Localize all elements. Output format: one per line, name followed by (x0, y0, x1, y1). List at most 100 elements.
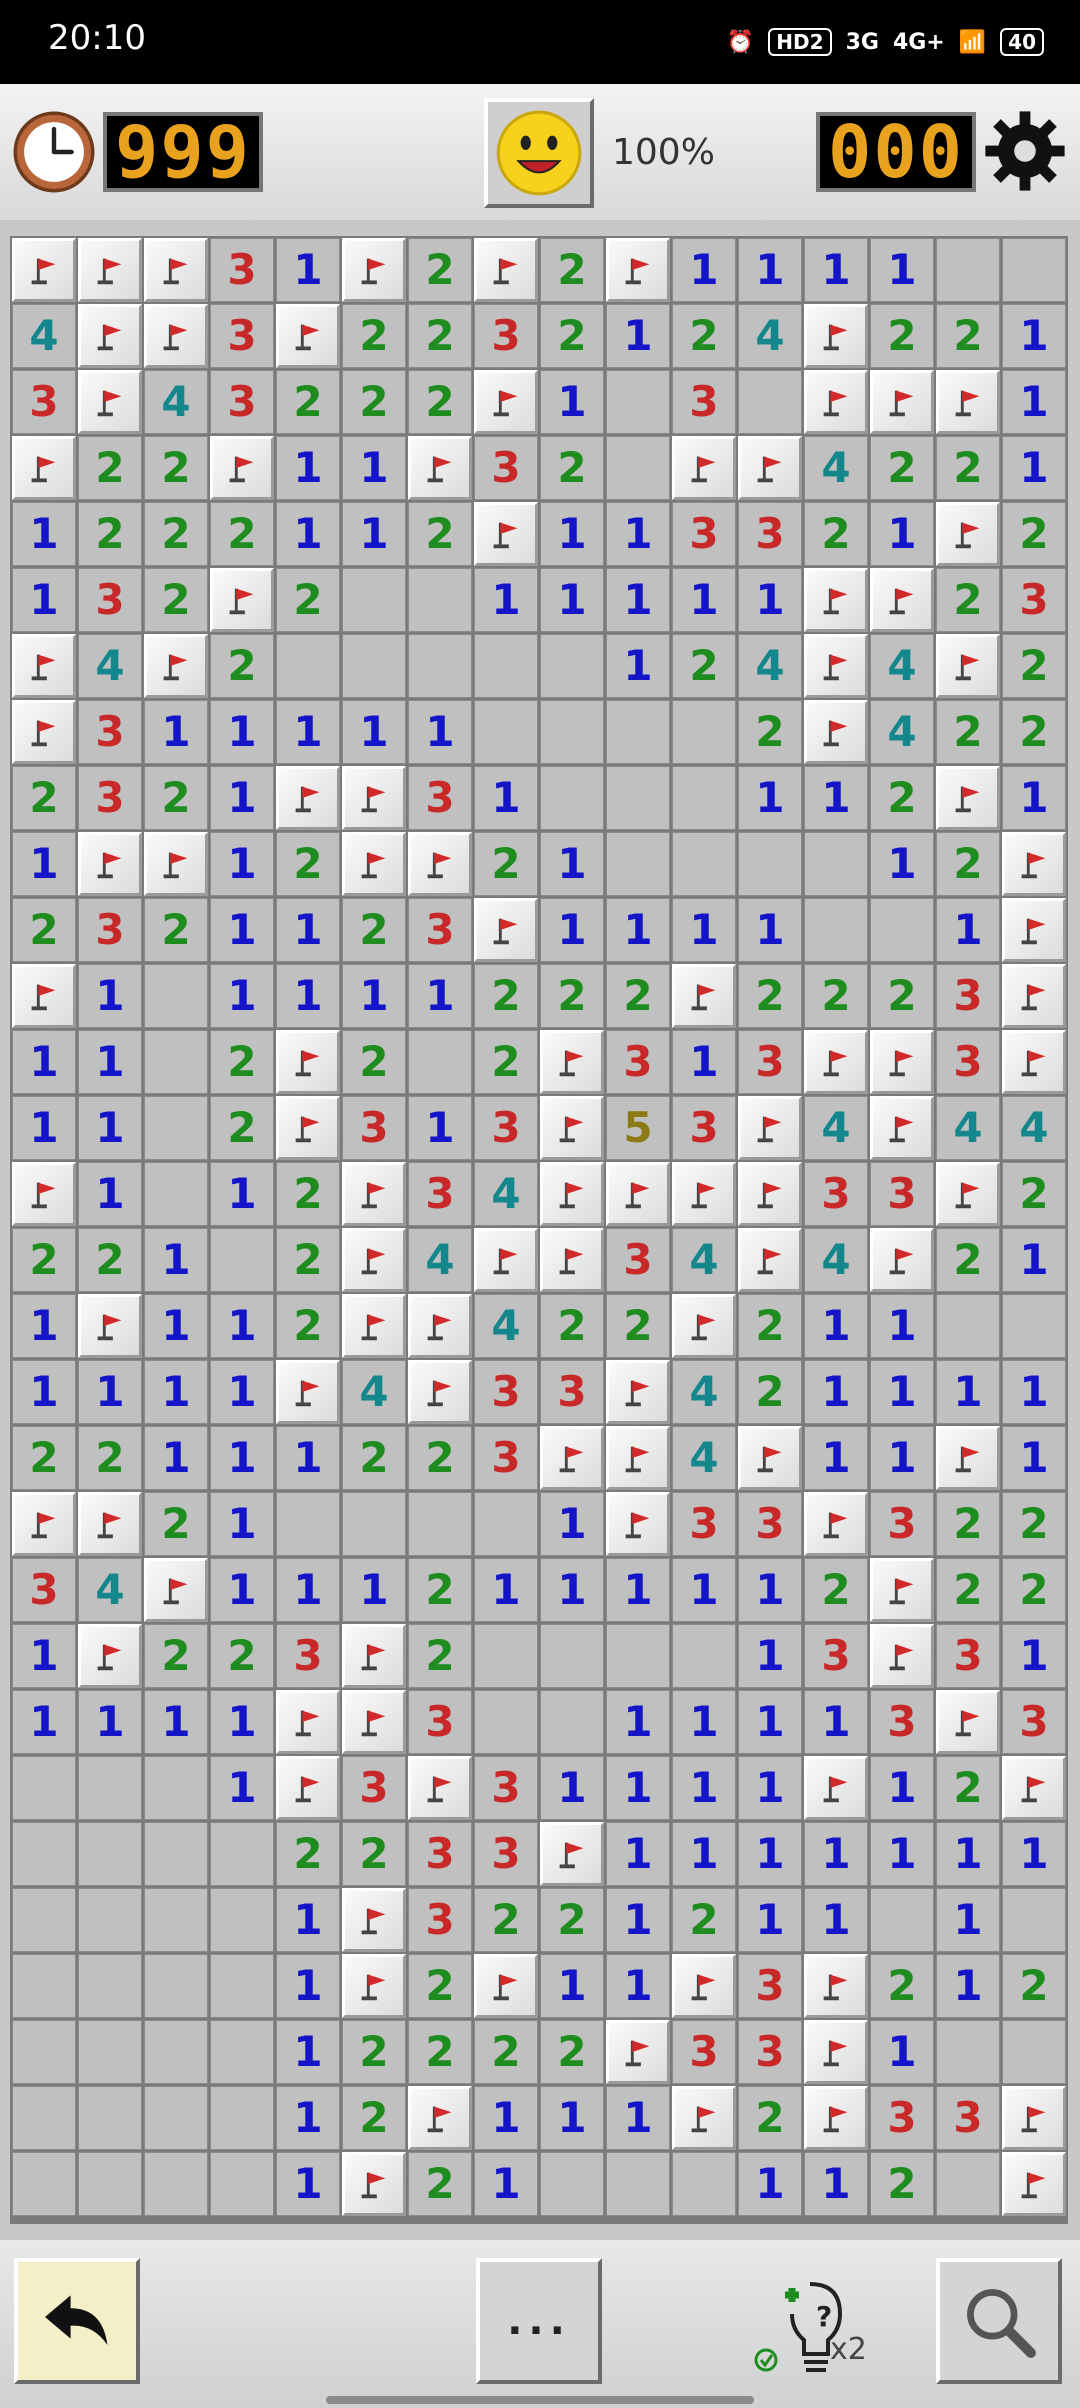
open-cell[interactable] (144, 1756, 208, 1820)
open-cell[interactable]: 1 (804, 1294, 868, 1358)
open-cell[interactable]: 2 (672, 1888, 736, 1952)
open-cell[interactable]: 2 (144, 1624, 208, 1688)
open-cell[interactable]: 2 (144, 898, 208, 962)
open-cell[interactable]: 2 (606, 1294, 670, 1358)
open-cell[interactable]: 3 (78, 568, 142, 632)
open-cell[interactable]: 1 (276, 1888, 340, 1952)
flag-cell[interactable] (1002, 2152, 1066, 2216)
flag-cell[interactable] (144, 1558, 208, 1622)
open-cell[interactable]: 1 (210, 766, 274, 830)
open-cell[interactable]: 1 (474, 1558, 538, 1622)
open-cell[interactable] (408, 1492, 472, 1556)
open-cell[interactable]: 1 (276, 700, 340, 764)
open-cell[interactable]: 2 (342, 1822, 406, 1886)
flag-cell[interactable] (144, 832, 208, 896)
flag-cell[interactable] (342, 1888, 406, 1952)
open-cell[interactable]: 2 (936, 1492, 1000, 1556)
open-cell[interactable] (342, 568, 406, 632)
open-cell[interactable]: 1 (1002, 304, 1066, 368)
open-cell[interactable]: 4 (12, 304, 76, 368)
open-cell[interactable]: 2 (408, 2152, 472, 2216)
flag-cell[interactable] (474, 238, 538, 302)
open-cell[interactable]: 2 (144, 436, 208, 500)
open-cell[interactable]: 2 (276, 1822, 340, 1886)
flag-cell[interactable] (342, 1162, 406, 1226)
open-cell[interactable]: 1 (276, 2152, 340, 2216)
open-cell[interactable]: 1 (12, 1690, 76, 1754)
open-cell[interactable]: 3 (408, 1888, 472, 1952)
flag-cell[interactable] (342, 1228, 406, 1292)
flag-cell[interactable] (738, 436, 802, 500)
open-cell[interactable]: 1 (210, 1756, 274, 1820)
open-cell[interactable] (144, 1162, 208, 1226)
flag-cell[interactable] (672, 1954, 736, 2018)
open-cell[interactable]: 2 (342, 304, 406, 368)
open-cell[interactable]: 4 (870, 700, 934, 764)
flag-cell[interactable] (276, 1360, 340, 1424)
open-cell[interactable]: 2 (12, 1228, 76, 1292)
open-cell[interactable]: 3 (474, 1822, 538, 1886)
open-cell[interactable]: 4 (144, 370, 208, 434)
flag-cell[interactable] (540, 1162, 604, 1226)
open-cell[interactable]: 1 (342, 964, 406, 1028)
open-cell[interactable]: 1 (12, 1294, 76, 1358)
open-cell[interactable]: 2 (738, 964, 802, 1028)
open-cell[interactable] (606, 766, 670, 830)
open-cell[interactable] (210, 1228, 274, 1292)
open-cell[interactable]: 2 (342, 370, 406, 434)
flag-cell[interactable] (672, 964, 736, 1028)
open-cell[interactable]: 1 (408, 964, 472, 1028)
open-cell[interactable]: 1 (936, 1822, 1000, 1886)
open-cell[interactable] (12, 2086, 76, 2150)
open-cell[interactable]: 2 (1002, 1492, 1066, 1556)
open-cell[interactable]: 2 (12, 766, 76, 830)
flag-cell[interactable] (606, 1162, 670, 1226)
open-cell[interactable]: 2 (276, 1294, 340, 1358)
flag-cell[interactable] (870, 1096, 934, 1160)
open-cell[interactable]: 2 (408, 304, 472, 368)
flag-cell[interactable] (342, 1294, 406, 1358)
open-cell[interactable] (936, 238, 1000, 302)
open-cell[interactable]: 1 (672, 1756, 736, 1820)
open-cell[interactable]: 2 (12, 1426, 76, 1490)
open-cell[interactable]: 2 (1002, 1558, 1066, 1622)
open-cell[interactable]: 1 (606, 1954, 670, 2018)
open-cell[interactable]: 1 (738, 568, 802, 632)
open-cell[interactable]: 2 (408, 2020, 472, 2084)
open-cell[interactable]: 1 (672, 1690, 736, 1754)
open-cell[interactable]: 1 (540, 1756, 604, 1820)
open-cell[interactable]: 3 (210, 370, 274, 434)
open-cell[interactable]: 1 (606, 634, 670, 698)
open-cell[interactable]: 3 (672, 370, 736, 434)
open-cell[interactable] (1002, 1888, 1066, 1952)
open-cell[interactable]: 3 (738, 2020, 802, 2084)
open-cell[interactable]: 3 (870, 2086, 934, 2150)
flag-cell[interactable] (342, 766, 406, 830)
flag-cell[interactable] (672, 2086, 736, 2150)
flag-cell[interactable] (936, 1690, 1000, 1754)
open-cell[interactable]: 3 (474, 1756, 538, 1820)
open-cell[interactable]: 3 (936, 964, 1000, 1028)
flag-cell[interactable] (144, 634, 208, 698)
open-cell[interactable]: 3 (342, 1756, 406, 1820)
open-cell[interactable]: 1 (1002, 436, 1066, 500)
open-cell[interactable]: 2 (408, 1558, 472, 1622)
open-cell[interactable]: 1 (936, 1888, 1000, 1952)
open-cell[interactable] (606, 1624, 670, 1688)
open-cell[interactable]: 3 (804, 1162, 868, 1226)
open-cell[interactable]: 1 (474, 766, 538, 830)
open-cell[interactable]: 3 (474, 304, 538, 368)
open-cell[interactable] (144, 2020, 208, 2084)
open-cell[interactable]: 1 (276, 964, 340, 1028)
open-cell[interactable]: 4 (870, 634, 934, 698)
open-cell[interactable] (672, 766, 736, 830)
open-cell[interactable]: 3 (210, 238, 274, 302)
flag-cell[interactable] (1002, 1756, 1066, 1820)
open-cell[interactable]: 4 (804, 1228, 868, 1292)
open-cell[interactable]: 2 (276, 832, 340, 896)
open-cell[interactable]: 3 (12, 370, 76, 434)
open-cell[interactable]: 2 (210, 634, 274, 698)
open-cell[interactable]: 2 (276, 1228, 340, 1292)
open-cell[interactable]: 4 (672, 1426, 736, 1490)
flag-cell[interactable] (870, 1558, 934, 1622)
